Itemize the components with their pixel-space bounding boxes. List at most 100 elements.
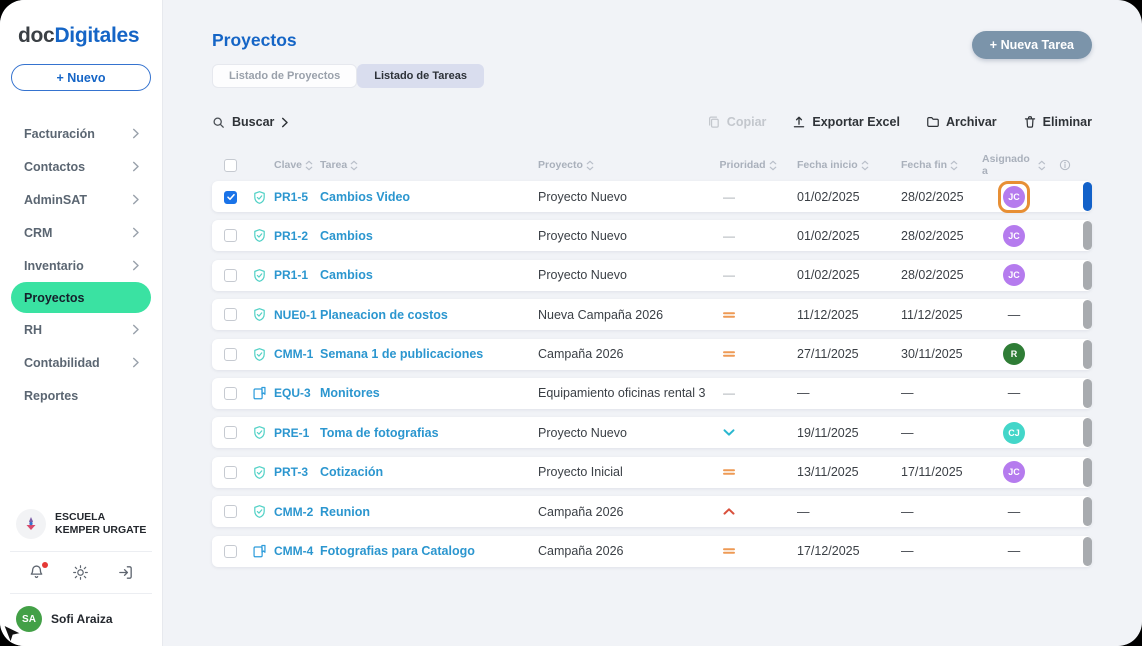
sidebar-item-label: Reportes [24, 389, 78, 403]
sidebar-item-crm[interactable]: CRM [0, 216, 162, 249]
task-key[interactable]: NUE0-1 [274, 308, 317, 322]
sidebar-item-rh[interactable]: RH [0, 313, 162, 346]
sort-icon [350, 160, 358, 171]
table-row[interactable]: PRE-1 Toma de fotografias Proyecto Nuevo 19… [212, 417, 1092, 448]
assignee-empty: — [1008, 544, 1021, 558]
sidebar-item-adminsat[interactable]: AdminSAT [0, 183, 162, 216]
sidebar-item-facturacion[interactable]: Facturación [0, 117, 162, 150]
table-row[interactable]: CMM-2ReunionCampaña 2026——— [212, 496, 1092, 527]
task-link[interactable]: Semana 1 de publicaciones [320, 347, 483, 361]
priority-medium [699, 310, 759, 320]
table-row[interactable]: PR1-2CambiosProyecto Nuevo—01/02/202528/… [212, 220, 1092, 251]
shield-icon [252, 228, 274, 243]
task-link[interactable]: Cotización [320, 465, 383, 479]
task-link[interactable]: Monitores [320, 386, 380, 400]
row-edge-bar [1083, 379, 1092, 408]
settings-gear-icon[interactable] [72, 564, 89, 581]
end-date: 28/02/2025 [901, 268, 964, 282]
priority-medium-icon [722, 467, 736, 477]
eliminar-button[interactable]: Eliminar [1023, 115, 1092, 129]
logout-icon[interactable] [117, 564, 134, 581]
column-header-prioridad[interactable]: Prioridad [699, 159, 797, 171]
task-key[interactable]: PR1-2 [274, 229, 308, 243]
project-name: Proyecto Nuevo [538, 190, 627, 204]
task-link[interactable]: Cambios [320, 229, 373, 243]
priority-none: — [699, 229, 759, 243]
tab-listado-de-proyectos[interactable]: Listado de Proyectos [212, 64, 357, 88]
organization-name: ESCUELA KEMPER URGATE [55, 511, 152, 537]
task-link[interactable]: Reunion [320, 505, 370, 519]
task-link[interactable]: Cambios Video [320, 190, 410, 204]
assignee-avatar[interactable]: JC [1003, 225, 1025, 247]
search-control[interactable]: Buscar [212, 115, 289, 129]
assignee-avatar[interactable]: CJ [1003, 422, 1025, 444]
start-date: 19/11/2025 [797, 426, 859, 440]
task-key[interactable]: EQU-3 [274, 386, 311, 400]
shield-check-icon [252, 190, 267, 205]
priority-medium-icon [722, 349, 736, 359]
task-link[interactable]: Planeacion de costos [320, 308, 448, 322]
task-key[interactable]: PR1-1 [274, 268, 308, 282]
row-checkbox[interactable] [224, 466, 237, 479]
sidebar-item-proyectos[interactable]: Proyectos [11, 282, 151, 313]
assignee-avatar[interactable]: JC [1003, 186, 1025, 208]
task-key[interactable]: PRT-3 [274, 465, 308, 479]
row-checkbox[interactable] [224, 269, 237, 282]
sidebar-item-reportes[interactable]: Reportes [0, 379, 162, 412]
table-row[interactable]: PR1-5Cambios VideoProyecto Nuevo—01/02/2… [212, 181, 1092, 212]
row-checkbox[interactable] [224, 505, 237, 518]
row-edge-bar [1083, 458, 1092, 487]
shield-check-icon [252, 307, 267, 322]
priority-none: — [699, 268, 759, 282]
table-row[interactable]: CMM-1Semana 1 de publicacionesCampaña 20… [212, 339, 1092, 370]
new-button[interactable]: + Nuevo [11, 64, 151, 91]
info-icon[interactable] [1046, 159, 1084, 171]
project-name: Proyecto Nuevo [538, 426, 627, 440]
task-key[interactable]: CMM-1 [274, 347, 313, 361]
table-row[interactable]: NUE0-1Planeacion de costosNueva Campaña … [212, 299, 1092, 330]
column-header-asignado[interactable]: Asignado a [982, 153, 1046, 177]
task-key[interactable]: PR1-5 [274, 190, 308, 204]
table-row[interactable]: PR1-1CambiosProyecto Nuevo—01/02/202528/… [212, 260, 1092, 291]
new-task-button[interactable]: + Nueva Tarea [972, 31, 1092, 59]
task-link[interactable]: Cambios [320, 268, 373, 282]
organization[interactable]: ESCUELA KEMPER URGATE [0, 509, 162, 551]
bookmark-icon [252, 386, 274, 401]
project-name: Campaña 2026 [538, 505, 623, 519]
sidebar-item-contactos[interactable]: Contactos [0, 150, 162, 183]
shield-icon [252, 307, 274, 322]
column-header-clave[interactable]: Clave [274, 159, 320, 171]
archivar-button[interactable]: Archivar [926, 115, 997, 129]
select-all-checkbox[interactable] [224, 159, 237, 172]
assignee-avatar[interactable]: JC [1003, 264, 1025, 286]
column-header-fecha-inicio[interactable]: Fecha inicio [797, 159, 901, 171]
row-checkbox[interactable] [224, 229, 237, 242]
task-key[interactable]: CMM-4 [274, 544, 313, 558]
assignee-avatar[interactable]: JC [1003, 461, 1025, 483]
task-link[interactable]: Fotografias para Catalogo [320, 544, 475, 558]
row-checkbox[interactable] [224, 348, 237, 361]
task-link[interactable]: Toma de fotografias [320, 426, 439, 440]
row-checkbox[interactable] [224, 545, 237, 558]
sidebar-item-contabilidad[interactable]: Contabilidad [0, 346, 162, 379]
row-checkbox[interactable] [224, 387, 237, 400]
row-checkbox[interactable] [224, 426, 237, 439]
table-row[interactable]: CMM-4Fotografias para CatalogoCampaña 20… [212, 536, 1092, 567]
table-row[interactable]: PRT-3CotizaciónProyecto Inicial13/11/202… [212, 457, 1092, 488]
exportar-excel-button[interactable]: Exportar Excel [792, 115, 900, 129]
table-row[interactable]: EQU-3MonitoresEquipamiento oficinas rent… [212, 378, 1092, 409]
sidebar-item-inventario[interactable]: Inventario [0, 249, 162, 282]
column-header-proyecto[interactable]: Proyecto [538, 159, 699, 171]
row-checkbox[interactable] [224, 191, 237, 204]
notifications-bell-icon[interactable] [28, 564, 45, 581]
assignee-avatar[interactable]: R [1003, 343, 1025, 365]
row-checkbox[interactable] [224, 308, 237, 321]
organization-logo [16, 509, 46, 539]
task-key[interactable]: PRE-1 [274, 426, 309, 440]
column-header-fecha-fin[interactable]: Fecha fin [901, 159, 982, 171]
current-user[interactable]: SA Sofi Araiza [0, 594, 162, 636]
column-header-tarea[interactable]: Tarea [320, 159, 538, 171]
tab-listado-de-tareas[interactable]: Listado de Tareas [357, 64, 484, 88]
task-key[interactable]: CMM-2 [274, 505, 313, 519]
sort-icon [586, 160, 594, 171]
